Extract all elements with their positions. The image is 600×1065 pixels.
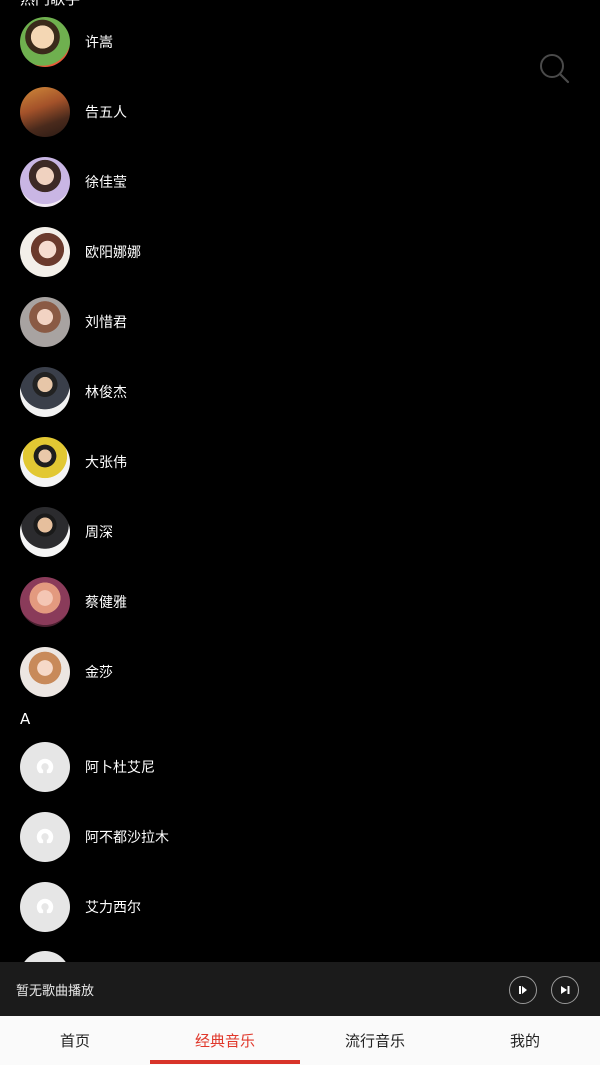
- section-header-letter: A: [20, 710, 31, 728]
- default-avatar-icon: [20, 951, 70, 962]
- artist-name: 刘惜君: [85, 315, 127, 331]
- bottom-tab-bar: 首页 经典音乐 流行音乐 我的: [0, 1016, 600, 1065]
- artist-name: 林俊杰: [85, 385, 127, 401]
- artist-row[interactable]: 徐佳莹: [0, 147, 600, 217]
- tab-home[interactable]: 首页: [0, 1016, 150, 1065]
- now-playing-text: 暂无歌曲播放: [16, 984, 95, 999]
- artist-list-screen: 热门歌手 许嵩 告五人 徐佳莹 欧阳娜娜 刘惜君 林俊杰 大张伟: [0, 0, 600, 1065]
- artist-name: 艾力西尔: [85, 900, 141, 916]
- next-track-button[interactable]: [551, 976, 579, 1004]
- artist-avatar: [20, 367, 70, 417]
- artist-name: 徐佳莹: [85, 175, 127, 191]
- artist-avatar: [20, 297, 70, 347]
- artist-avatar: [20, 17, 70, 67]
- artist-avatar: [20, 437, 70, 487]
- artist-row[interactable]: 欧阳娜娜: [0, 217, 600, 287]
- default-avatar-icon: [20, 742, 70, 792]
- artist-avatar: [20, 647, 70, 697]
- artist-avatar: [20, 87, 70, 137]
- search-button[interactable]: [536, 50, 572, 86]
- mini-player[interactable]: 暂无歌曲播放: [0, 962, 600, 1016]
- artist-row[interactable]: 周深: [0, 497, 600, 567]
- artist-avatar: [20, 577, 70, 627]
- artist-name: 欧阳娜娜: [85, 245, 141, 261]
- default-avatar-icon: [20, 812, 70, 862]
- artist-avatar: [20, 227, 70, 277]
- artist-row[interactable]: 金莎: [0, 637, 600, 707]
- artist-name: 告五人: [85, 105, 127, 121]
- next-track-icon: [561, 986, 570, 994]
- artist-row[interactable]: 阿不都沙拉木: [0, 802, 600, 872]
- active-tab-indicator: [150, 1060, 300, 1064]
- artist-row[interactable]: 林俊杰: [0, 357, 600, 427]
- tab-mine[interactable]: 我的: [450, 1016, 600, 1065]
- artist-row[interactable]: 阿卜杜艾尼: [0, 732, 600, 802]
- default-avatar-icon: [20, 882, 70, 932]
- artist-name: 蔡健雅: [85, 595, 127, 611]
- tab-pop-music[interactable]: 流行音乐: [300, 1016, 450, 1065]
- artist-row[interactable]: 大张伟: [0, 427, 600, 497]
- artist-name: 周深: [85, 525, 113, 541]
- play-icon: [519, 986, 527, 994]
- artist-avatar: [20, 157, 70, 207]
- play-button[interactable]: [509, 976, 537, 1004]
- artist-row[interactable]: 艾力西尔: [0, 872, 600, 942]
- tab-classic-music[interactable]: 经典音乐: [150, 1016, 300, 1065]
- artist-name: 阿不都沙拉木: [85, 830, 169, 846]
- artist-row[interactable]: 蔡健雅: [0, 567, 600, 637]
- artist-name: 许嵩: [85, 35, 113, 51]
- artist-avatar: [20, 507, 70, 557]
- artist-list[interactable]: 热门歌手 许嵩 告五人 徐佳莹 欧阳娜娜 刘惜君 林俊杰 大张伟: [0, 0, 600, 962]
- search-icon: [540, 54, 570, 84]
- artist-name: 金莎: [85, 665, 113, 681]
- artist-name: 大张伟: [85, 455, 127, 471]
- artist-name: 阿卜杜艾尼: [85, 760, 155, 776]
- artist-row[interactable]: 刘惜君: [0, 287, 600, 357]
- artist-row[interactable]: 许嵩: [0, 7, 600, 77]
- artist-row[interactable]: 告五人: [0, 77, 600, 147]
